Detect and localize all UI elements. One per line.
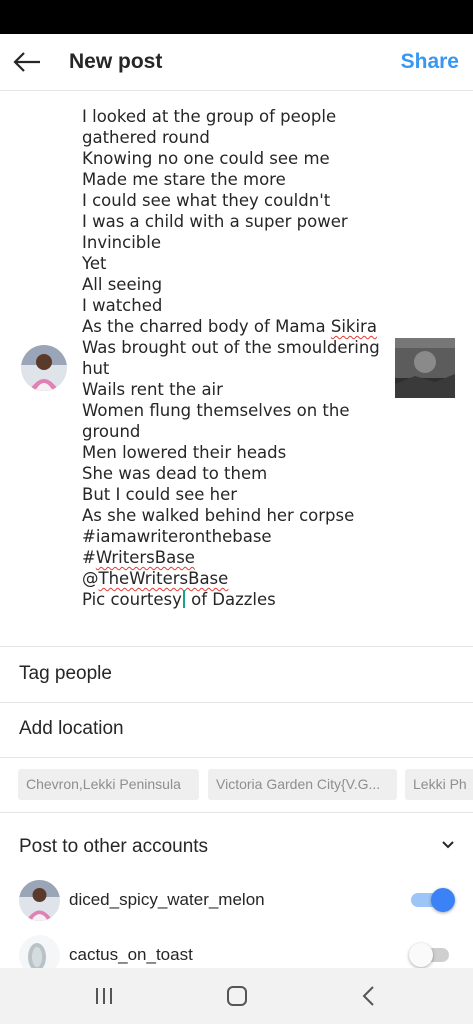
caption-line: As she walked behind her corpse — [82, 506, 355, 525]
caption-line: Men lowered their heads — [82, 443, 287, 462]
system-navigation-bar — [0, 968, 473, 1024]
back-button[interactable] — [10, 46, 44, 78]
caption-line: I looked at the group of people — [82, 107, 337, 126]
recents-icon — [96, 988, 112, 1004]
nav-back-button[interactable] — [355, 982, 385, 1010]
add-location-label: Add location — [19, 718, 124, 739]
account-row: diced_spicy_water_melon — [0, 876, 473, 928]
misspelled-word: TheWritersBase — [98, 569, 229, 588]
caption-text: As the charred body of Mama — [82, 317, 331, 336]
avatar — [19, 880, 60, 921]
caption-line: I could see what they couldn't — [82, 191, 331, 210]
caption-line: As the charred body of Mama Sikira — [82, 316, 382, 337]
home-button[interactable] — [222, 982, 252, 1010]
toggle-knob — [431, 888, 455, 912]
text-cursor — [182, 590, 185, 608]
caption-line: I was a child with a super power — [82, 212, 348, 231]
tag-people-row[interactable]: Tag people — [0, 647, 473, 703]
location-chip[interactable]: Lekki Ph — [405, 769, 473, 800]
caption-line: Made me stare the more — [82, 170, 286, 189]
caption-line: #WritersBase — [82, 547, 382, 568]
nav-back-icon — [362, 986, 374, 1006]
post-to-other-accounts-label: Post to other accounts — [19, 836, 209, 857]
caption-line: Was brought out of the smouldering — [82, 338, 380, 357]
caption-line: Pic courtesy of Dazzles — [82, 589, 382, 610]
caption-line: Wails rent the air — [82, 380, 223, 399]
location-chip[interactable]: Chevron,Lekki Peninsula — [18, 769, 199, 800]
recents-button[interactable] — [89, 982, 119, 1010]
arrow-left-icon — [13, 52, 40, 72]
account-name: diced_spicy_water_melon — [69, 890, 265, 909]
caption-input[interactable]: I looked at the group of people gathered… — [82, 106, 382, 610]
caption-line: Women flung themselves on the — [82, 401, 350, 420]
account-name: cactus_on_toast — [69, 945, 193, 964]
status-bar — [0, 0, 473, 34]
top-bar: New post Share — [0, 34, 473, 91]
caption-text: @ — [82, 569, 99, 588]
caption-text: of Dazzles — [185, 590, 276, 609]
caption-line: Yet — [82, 254, 107, 273]
tag-people-label: Tag people — [19, 663, 112, 684]
caption-text: # — [82, 548, 96, 567]
avatar — [21, 345, 67, 391]
caption-line: ground — [82, 422, 141, 441]
share-button[interactable]: Share — [401, 50, 459, 74]
location-suggestions: Chevron,Lekki Peninsula Victoria Garden … — [0, 757, 473, 813]
misspelled-word: WritersBase — [95, 548, 195, 567]
caption-line: @TheWritersBase — [82, 568, 382, 589]
compose-area: I looked at the group of people gathered… — [0, 91, 473, 647]
misspelled-word: Sikira — [330, 317, 377, 336]
toggle-knob — [409, 943, 433, 967]
post-thumbnail[interactable] — [395, 338, 455, 398]
caption-line: Knowing no one could see me — [82, 149, 330, 168]
caption-line: #iamawriteronthebase — [82, 527, 272, 546]
caption-line: All seeing — [82, 275, 163, 294]
caption-line: hut — [82, 359, 110, 378]
caption-text: Pic courtesy — [82, 590, 182, 609]
account-toggle-off[interactable] — [409, 943, 455, 967]
caption-line: But I could see her — [82, 485, 238, 504]
caption-line: She was dead to them — [82, 464, 268, 483]
page-title: New post — [69, 50, 163, 73]
home-icon — [227, 986, 247, 1006]
caption-line: I watched — [82, 296, 163, 315]
account-toggle-on[interactable] — [409, 888, 455, 912]
caption-line: Invincible — [82, 233, 161, 252]
caption-line: gathered round — [82, 128, 210, 147]
chevron-down-icon[interactable] — [438, 835, 458, 855]
post-to-other-accounts-header[interactable]: Post to other accounts — [0, 813, 473, 875]
add-location-row[interactable]: Add location — [0, 702, 473, 758]
location-chip[interactable]: Victoria Garden City{V.G... — [208, 769, 397, 800]
